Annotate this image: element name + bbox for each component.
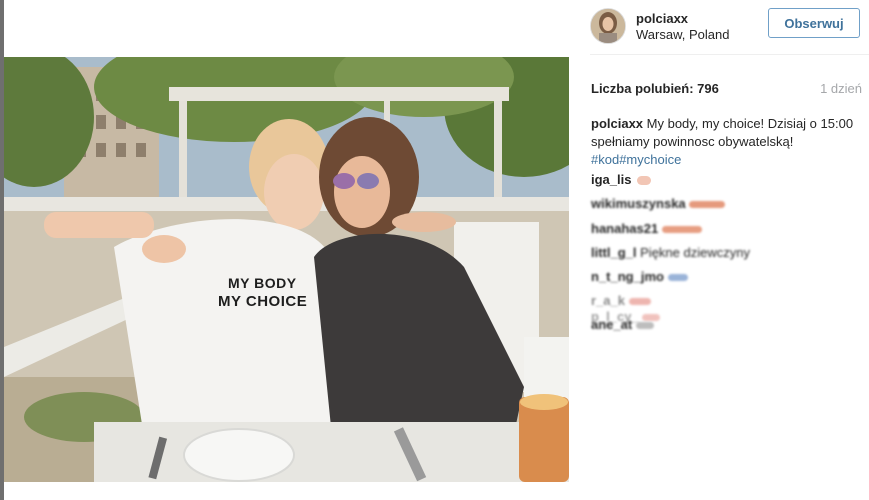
- comment-username[interactable]: iga_lis: [591, 172, 631, 187]
- comment-text: Piękne dziewczyny: [640, 245, 750, 260]
- post-username[interactable]: polciaxx: [636, 11, 688, 26]
- comment-username[interactable]: ane_at: [591, 317, 632, 332]
- shirt-text-line-2: MY CHOICE: [218, 293, 308, 310]
- comment-item: iga_lis: [591, 172, 652, 187]
- post-header: polciaxx Warsaw, Poland Obserwuj: [590, 6, 869, 46]
- avatar-image: [591, 9, 625, 43]
- likes-row: Liczba polubień: 796 1 dzień: [591, 81, 863, 99]
- post-caption: polciaxx My body, my choice! Dzisiaj o 1…: [591, 115, 863, 169]
- comment-username[interactable]: wikimuszynska: [591, 196, 686, 211]
- follow-button[interactable]: Obserwuj: [768, 8, 860, 38]
- shirt-text-line-1: MY BODY: [228, 275, 297, 291]
- comment-item: ane_at: [591, 317, 654, 332]
- comment-username[interactable]: r_a_k: [591, 293, 625, 308]
- caption-hashtags[interactable]: #kod#mychoice: [591, 152, 681, 167]
- comment-item: n_t_ng_jmo: [591, 269, 688, 284]
- post-photo[interactable]: MY BODY MY CHOICE: [4, 57, 569, 482]
- post-time[interactable]: 1 dzień: [820, 81, 862, 96]
- comment-item: hanahas21: [591, 221, 702, 236]
- avatar[interactable]: [590, 8, 626, 44]
- emoji-icon: [667, 274, 688, 282]
- likes-count[interactable]: Liczba polubień: 796: [591, 81, 719, 96]
- emoji-icon: [689, 201, 726, 209]
- photo-illustration: [4, 57, 569, 482]
- header-divider: [590, 54, 869, 55]
- emoji-icon: [635, 322, 654, 330]
- emoji-icon: [628, 298, 651, 306]
- caption-username[interactable]: polciaxx: [591, 116, 643, 131]
- emoji-icon: [637, 176, 652, 186]
- comment-username[interactable]: n_t_ng_jmo: [591, 269, 664, 284]
- comment-username[interactable]: hanahas21: [591, 221, 658, 236]
- comment-item: littl_g_l Piękne dziewczyny: [591, 245, 750, 260]
- comment-item: r_a_k: [591, 293, 651, 308]
- comment-item: wikimuszynska: [591, 196, 726, 211]
- post-location[interactable]: Warsaw, Poland: [636, 27, 729, 42]
- emoji-icon: [661, 226, 702, 234]
- comment-username[interactable]: littl_g_l: [591, 245, 637, 260]
